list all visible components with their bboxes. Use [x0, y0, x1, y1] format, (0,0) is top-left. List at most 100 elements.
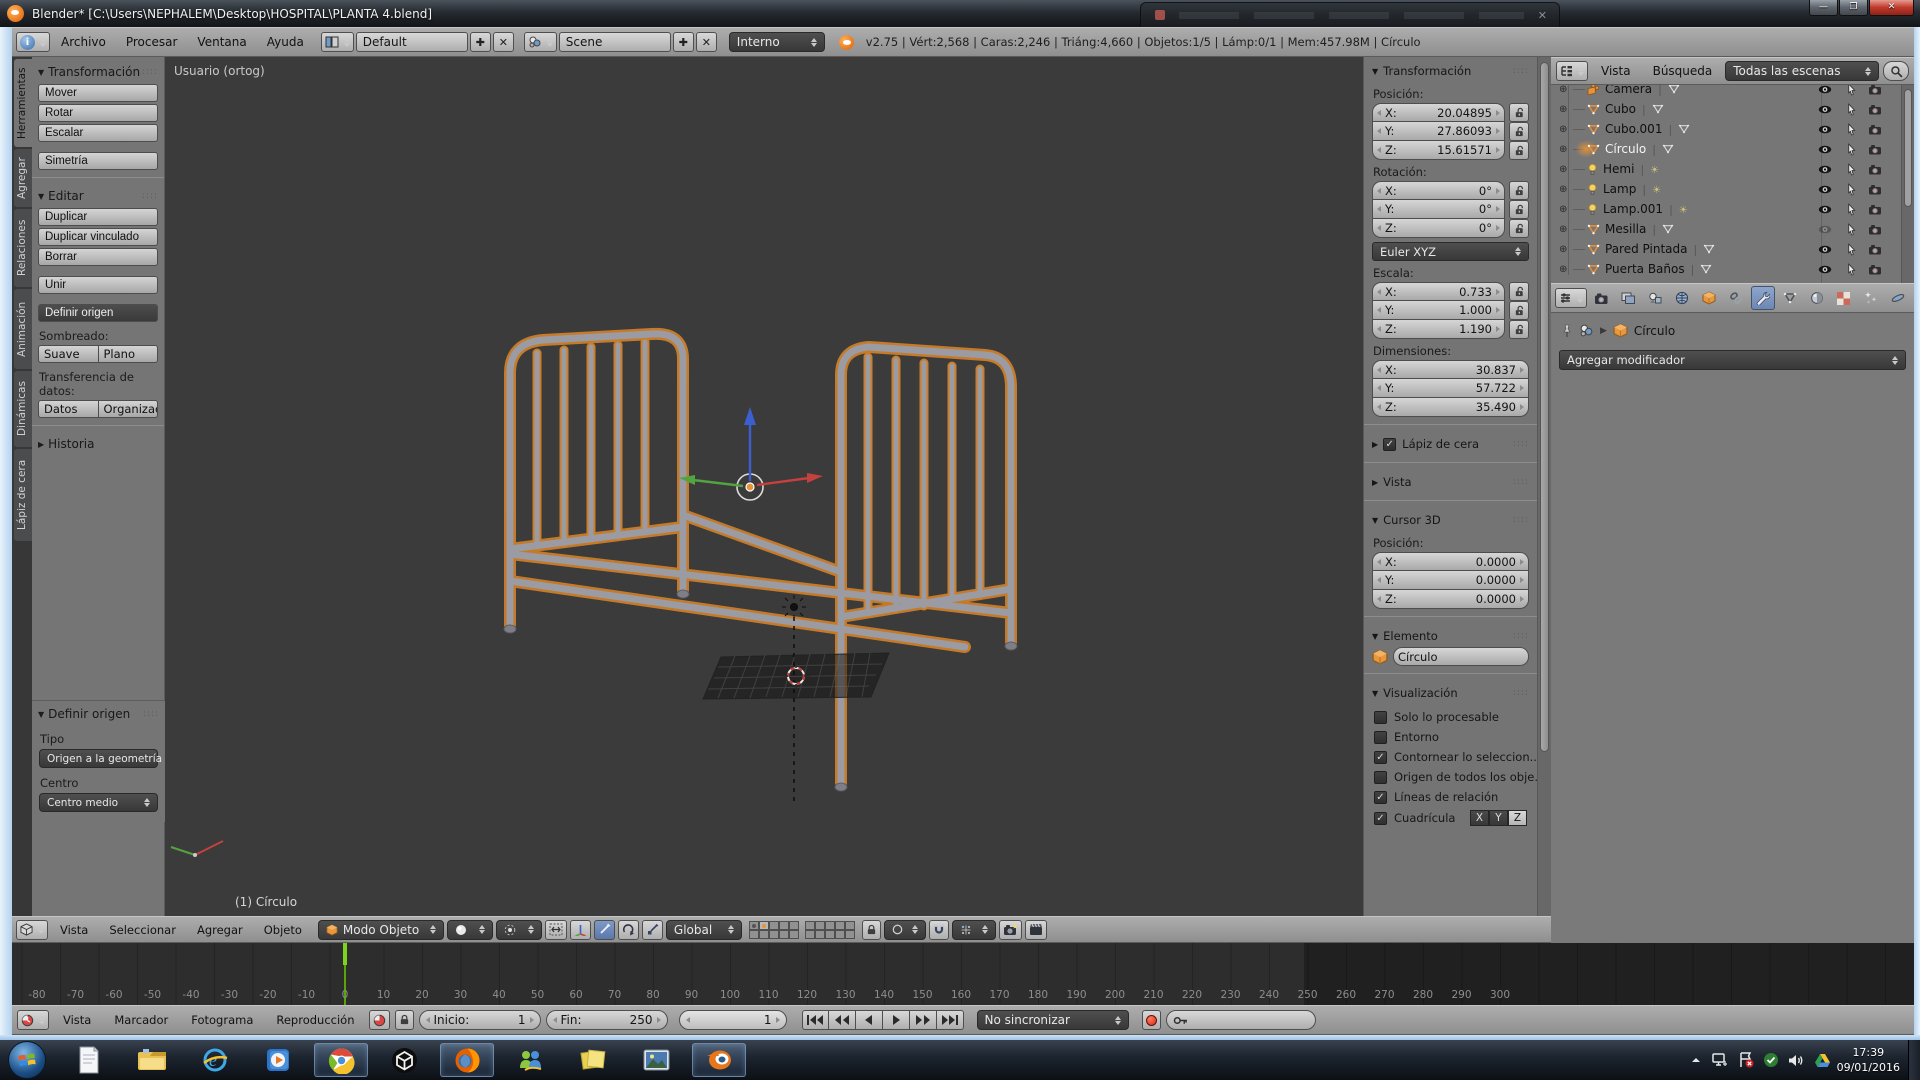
outliner-item-hemi[interactable]: ⊕ Hemi | ☀: [1551, 159, 1901, 179]
location-x-field[interactable]: X:20.04895: [1372, 103, 1505, 122]
rotation-mode-select[interactable]: Euler XYZ: [1372, 242, 1529, 261]
rotation-z-field[interactable]: Z:0°: [1372, 219, 1505, 238]
visibility-eye-icon[interactable]: [1815, 185, 1835, 194]
layer-cell[interactable]: [759, 921, 769, 930]
show-desktop-button[interactable]: [1908, 1040, 1920, 1080]
properties-tab-render-layers[interactable]: [1616, 286, 1641, 310]
taskbar-app-blender[interactable]: [692, 1043, 746, 1077]
layer-cell[interactable]: [759, 930, 769, 939]
selectability-cursor-icon[interactable]: [1841, 143, 1861, 156]
pin-icon[interactable]: [1561, 324, 1573, 338]
menu-archivo[interactable]: Archivo: [52, 35, 115, 49]
checkbox[interactable]: [1374, 771, 1387, 784]
layers-grid-2[interactable]: [805, 921, 855, 939]
pivot-point-select[interactable]: [496, 920, 542, 940]
selectability-cursor-icon[interactable]: [1841, 223, 1861, 236]
location-y-field[interactable]: Y:27.86093: [1372, 122, 1505, 141]
snap-toggle-button[interactable]: [929, 920, 949, 940]
viewport-shading-select[interactable]: [447, 920, 493, 940]
display-option-2[interactable]: ✓ Contornear lo seleccion...: [1374, 750, 1527, 764]
npanel-transform-header[interactable]: ▼Transformación::::: [1364, 59, 1537, 82]
mode-select[interactable]: Modo Objeto: [318, 920, 444, 940]
transform-orientation-select[interactable]: Global: [666, 920, 742, 940]
lock-location-z-button[interactable]: [1509, 141, 1529, 160]
properties-tab-scene[interactable]: [1643, 286, 1668, 310]
timeline-menu-vista[interactable]: Vista: [54, 1013, 100, 1027]
lock-location-y-button[interactable]: [1509, 122, 1529, 141]
display-panel-header[interactable]: ▼Visualización::::: [1364, 681, 1537, 704]
panel-history-header[interactable]: ▶Historia: [32, 433, 164, 454]
outliner-item-mesilla[interactable]: ⊕ Mesilla |: [1551, 219, 1901, 239]
preview-range-button[interactable]: [369, 1010, 390, 1030]
lock-rotation-z-button[interactable]: [1509, 219, 1529, 238]
view3d-menu-vista[interactable]: Vista: [51, 923, 97, 937]
toolshelf-tab-1[interactable]: Agregar: [14, 149, 32, 207]
tray-network-icon[interactable]: [1711, 1052, 1729, 1068]
outliner-item-c-rculo[interactable]: ⊕ Círculo |: [1551, 139, 1901, 159]
outliner-menu-vista[interactable]: Vista: [1592, 64, 1640, 78]
selectability-cursor-icon[interactable]: [1841, 163, 1861, 176]
layer-cell[interactable]: [769, 921, 779, 930]
tray-volume-icon[interactable]: [1788, 1053, 1805, 1068]
timeline-menu-reproduccion[interactable]: Reproducción: [267, 1013, 363, 1027]
dimensions-y-field[interactable]: Y:57.722: [1372, 379, 1529, 398]
rotation-y-field[interactable]: Y:0°: [1372, 200, 1505, 219]
expand-icon[interactable]: ⊕: [1559, 224, 1573, 235]
taskbar-app-unity[interactable]: [377, 1043, 431, 1077]
visibility-eye-icon[interactable]: [1815, 265, 1835, 274]
translate-manipulator-button[interactable]: [594, 920, 615, 940]
layers-widget[interactable]: [749, 921, 855, 939]
layer-cell[interactable]: [749, 921, 759, 930]
properties-tab-constraints[interactable]: [1724, 286, 1749, 310]
expand-icon[interactable]: ⊕: [1559, 184, 1573, 195]
panel-edit-header[interactable]: ▼Editar::::: [32, 185, 164, 206]
outliner-item-cubo-001[interactable]: ⊕ Cubo.001 |: [1551, 119, 1901, 139]
close-layout-button[interactable]: ✕: [493, 32, 514, 52]
panel-transform-header[interactable]: ▼Transformación::::: [32, 61, 164, 82]
tray-tray-expand-icon[interactable]: [1690, 1055, 1702, 1065]
transfer-data-button[interactable]: Datos: [38, 400, 98, 418]
properties-tab-object[interactable]: [1697, 286, 1722, 310]
outliner-menu-busqueda[interactable]: Búsqueda: [1644, 64, 1722, 78]
operator-panel-header[interactable]: ▼Definir origen::::: [32, 703, 165, 724]
display-option-5[interactable]: ✓ CuadrículaXYZ: [1374, 810, 1527, 826]
next-keyframe-button[interactable]: [910, 1010, 937, 1030]
frame-end-field[interactable]: Fin:250: [546, 1010, 668, 1030]
editor-type-timeline-button[interactable]: [17, 1010, 49, 1030]
tray-sync-icon[interactable]: [1763, 1052, 1779, 1068]
object-name-field[interactable]: Círculo: [1393, 647, 1529, 666]
view-panel-header[interactable]: ▶Vista::::: [1364, 470, 1537, 493]
editor-type-info-button[interactable]: i: [16, 32, 50, 52]
rotation-x-field[interactable]: X:0°: [1372, 181, 1505, 200]
delete-button[interactable]: Borrar: [38, 248, 158, 266]
properties-tab-physics[interactable]: [1885, 286, 1910, 310]
background-browser-tab[interactable]: ✕: [1140, 2, 1560, 27]
layer-cell[interactable]: [789, 930, 799, 939]
checkbox[interactable]: ✓: [1374, 791, 1387, 804]
editor-type-properties-button[interactable]: [1555, 288, 1587, 308]
display-option-1[interactable]: Entorno: [1374, 730, 1527, 744]
dimensions-z-field[interactable]: Z:35.490: [1372, 398, 1529, 417]
lock-range-button[interactable]: [395, 1010, 414, 1030]
grid-axis-x-button[interactable]: X: [1470, 810, 1489, 826]
shade-smooth-button[interactable]: Suave: [38, 345, 98, 363]
timeline-menu-fotograma[interactable]: Fotograma: [182, 1013, 262, 1027]
outliner-scope-select[interactable]: Todas las escenas: [1725, 61, 1879, 81]
toolshelf-tab-4[interactable]: Dinámicas: [14, 371, 32, 447]
jump-to-start-button[interactable]: [802, 1010, 829, 1030]
transfer-layout-button[interactable]: Organizaci: [98, 400, 159, 418]
maximize-button[interactable]: ❐: [1839, 0, 1868, 16]
layer-cell[interactable]: [749, 930, 759, 939]
properties-tab-world[interactable]: [1670, 286, 1695, 310]
renderability-camera-icon[interactable]: [1865, 104, 1885, 115]
renderability-camera-icon[interactable]: [1865, 84, 1885, 95]
outliner-item-lamp-001[interactable]: ⊕ Lamp.001 | ☀: [1551, 199, 1901, 219]
location-z-field[interactable]: Z:15.61571: [1372, 141, 1505, 160]
rotate-manipulator-button[interactable]: [618, 920, 639, 940]
view3d-menu-objeto[interactable]: Objeto: [255, 923, 311, 937]
checkbox[interactable]: ✓: [1374, 751, 1387, 764]
grease-pencil-checkbox[interactable]: ✓: [1383, 438, 1396, 451]
selectability-cursor-icon[interactable]: [1841, 243, 1861, 256]
outliner-item-cubo[interactable]: ⊕ Cubo |: [1551, 99, 1901, 119]
visibility-eye-icon[interactable]: [1815, 165, 1835, 174]
